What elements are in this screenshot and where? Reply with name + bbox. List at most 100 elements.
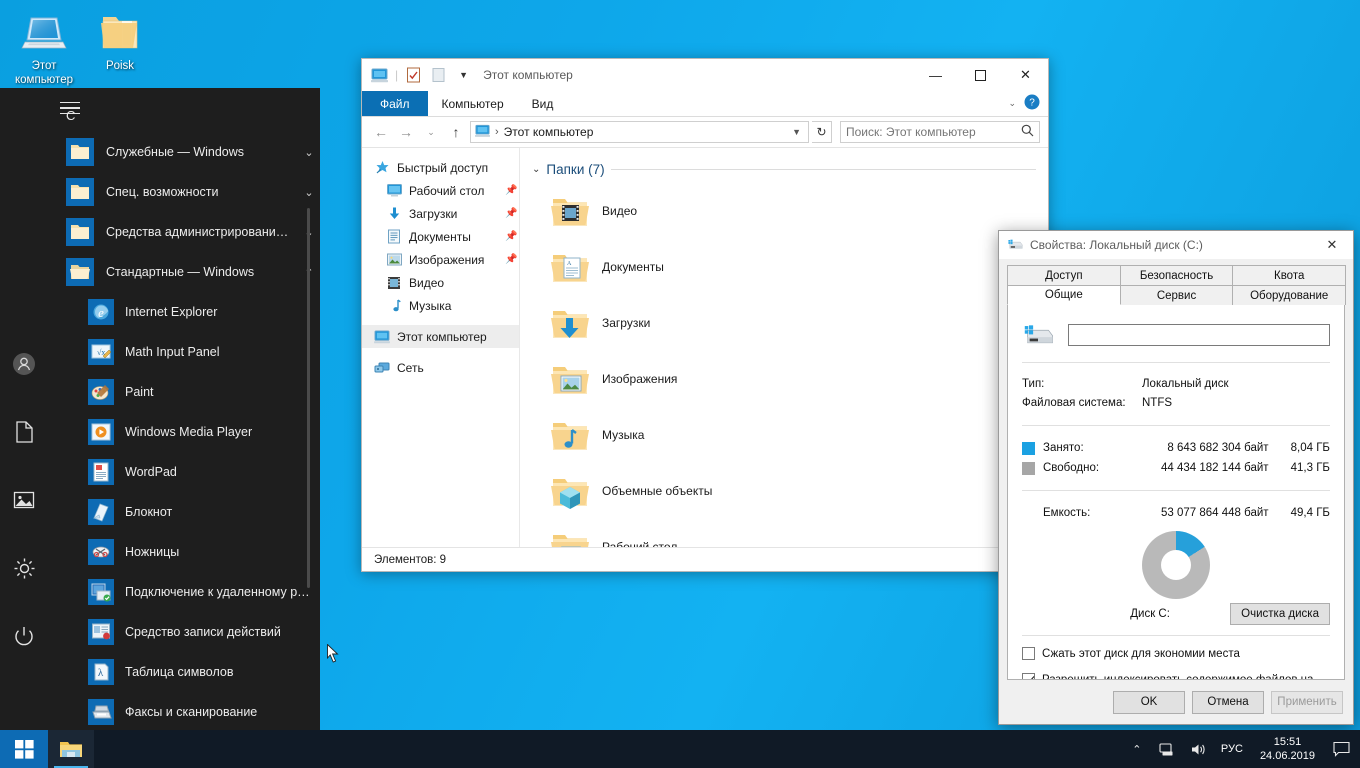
language-indicator[interactable]: РУС <box>1219 737 1245 761</box>
chevron-down-icon[interactable]: ⌄ <box>1008 98 1016 109</box>
sidebar-item-pictures[interactable]: Изображения 📌 <box>362 248 519 271</box>
close-button[interactable]: ✕ <box>1003 59 1048 91</box>
sidebar-item-videos[interactable]: Видео <box>362 271 519 294</box>
start-group-2[interactable]: Средства администрирования... ⌄ <box>48 212 320 252</box>
sidebar-item-documents[interactable]: Документы 📌 <box>362 225 519 248</box>
maximize-button[interactable] <box>958 59 1003 91</box>
start-app-character-map[interactable]: λ Таблица символов <box>48 652 320 692</box>
start-group-3[interactable]: Стандартные — Windows ⌃ <box>48 252 320 292</box>
new-folder-icon[interactable] <box>429 66 448 85</box>
tab-view[interactable]: Вид <box>518 91 568 116</box>
address-input[interactable]: › Этот компьютер ▼ <box>470 121 809 143</box>
start-app-fax-scan[interactable]: Факсы и сканирование <box>48 692 320 730</box>
folder-item-desktop[interactable]: Рабочий стол <box>530 519 808 547</box>
show-hidden-icons-button[interactable]: ⌃ <box>1126 737 1148 761</box>
search-icon[interactable] <box>1021 124 1034 140</box>
file-explorer-window[interactable]: | ▼ Этот компьютер — ✕ Файл <box>361 58 1049 572</box>
power-icon[interactable] <box>0 612 48 660</box>
start-app-windows-media-player[interactable]: Windows Media Player <box>48 412 320 452</box>
taskbar-item-file-explorer[interactable] <box>48 730 94 768</box>
disk-cleanup-button[interactable]: Очистка диска <box>1230 603 1330 625</box>
dialog-buttons[interactable]: OK Отмена Применить <box>999 680 1353 724</box>
tab-obschie[interactable]: Общие <box>1007 285 1121 305</box>
action-center-icon[interactable] <box>1330 737 1352 761</box>
navigation-pane[interactable]: Быстрый доступ Рабочий стол 📌 <box>362 148 520 547</box>
tab-file[interactable]: Файл <box>362 91 428 116</box>
window-controls[interactable]: — ✕ <box>913 59 1048 91</box>
gear-icon[interactable] <box>0 544 48 592</box>
desktop-icon-poisk[interactable]: Poisk <box>82 8 158 73</box>
ribbon-right-controls[interactable]: ⌄ ? <box>1008 91 1048 116</box>
properties-tabs-row-top[interactable]: Доступ Безопасность Квота <box>1007 265 1345 285</box>
properties-titlebar[interactable]: Свойства: Локальный диск (C:) ✕ <box>999 231 1353 259</box>
explorer-content-pane[interactable]: ⌄ Папки (7) <box>520 148 1048 547</box>
tab-dostup[interactable]: Доступ <box>1007 265 1121 285</box>
minimize-button[interactable]: — <box>913 59 958 91</box>
tab-kvota[interactable]: Квота <box>1232 265 1346 285</box>
checkbox-compress-row[interactable]: Сжать этот диск для экономии места <box>1022 646 1330 662</box>
folder-item-downloads[interactable]: Загрузки <box>530 295 808 351</box>
this-pc-icon[interactable] <box>370 66 389 85</box>
properties-tab-strip[interactable]: Доступ Безопасность Квота Общие Сервис О… <box>999 259 1353 305</box>
start-button[interactable] <box>0 730 48 768</box>
breadcrumb[interactable]: Этот компьютер <box>504 125 594 139</box>
desktop-icon-this-pc[interactable]: Этот компьютер <box>6 8 82 87</box>
compress-checkbox[interactable] <box>1022 647 1035 660</box>
chevron-down-icon[interactable]: ▼ <box>792 127 804 137</box>
explorer-titlebar[interactable]: | ▼ Этот компьютер — ✕ <box>362 59 1048 91</box>
pin-icon[interactable]: 📌 <box>505 185 519 196</box>
folder-tiles[interactable]: Видео A <box>530 183 1048 547</box>
folder-item-documents[interactable]: A Документы <box>530 239 808 295</box>
quick-access-toolbar[interactable]: | ▼ <box>362 66 473 85</box>
system-tray[interactable]: ⌃ РУС 15:51 24.06.2019 <box>1126 735 1360 763</box>
chevron-down-icon[interactable]: ⌄ <box>298 146 320 159</box>
start-app-wordpad[interactable]: WordPad <box>48 452 320 492</box>
start-app-steps-recorder[interactable]: Средство записи действий <box>48 612 320 652</box>
start-app-internet-explorer[interactable]: e Internet Explorer <box>48 292 320 332</box>
start-app-snipping-tool[interactable]: Ножницы <box>48 532 320 572</box>
drive-properties-dialog[interactable]: Свойства: Локальный диск (C:) ✕ Доступ Б… <box>998 230 1354 725</box>
folder-item-pictures[interactable]: Изображения <box>530 351 808 407</box>
sidebar-item-quick-access[interactable]: Быстрый доступ <box>362 156 519 179</box>
section-folders-header[interactable]: ⌄ Папки (7) <box>532 162 1048 177</box>
explorer-ribbon-tabs[interactable]: Файл Компьютер Вид ⌄ ? <box>362 91 1048 117</box>
forward-button[interactable]: → <box>395 121 417 143</box>
help-icon[interactable]: ? <box>1024 94 1040 113</box>
start-menu-scrollbar[interactable] <box>307 208 310 588</box>
pin-icon[interactable]: 📌 <box>505 208 519 219</box>
tab-oborudovanie[interactable]: Оборудование <box>1232 285 1346 305</box>
recent-locations-icon[interactable]: ⌄ <box>420 121 442 143</box>
refresh-button[interactable]: ↻ <box>812 121 832 143</box>
start-app-paint[interactable]: Paint <box>48 372 320 412</box>
user-icon[interactable] <box>0 340 48 388</box>
search-field[interactable] <box>846 125 1021 139</box>
chevron-down-icon[interactable]: ⌄ <box>532 164 540 175</box>
start-group-letter[interactable]: C <box>66 108 75 123</box>
sidebar-item-downloads[interactable]: Загрузки 📌 <box>362 202 519 225</box>
start-group-0[interactable]: Служебные — Windows ⌄ <box>48 132 320 172</box>
chevron-down-icon[interactable]: ▼ <box>454 66 473 85</box>
start-menu-app-list[interactable]: C Служебные — Windows ⌄ С <box>48 88 320 730</box>
pin-icon[interactable]: 📌 <box>505 231 519 242</box>
properties-icon[interactable] <box>404 66 423 85</box>
picture-icon[interactable] <box>0 476 48 524</box>
sidebar-item-this-pc[interactable]: Этот компьютер <box>362 325 519 348</box>
folder-item-3d-objects[interactable]: Объемные объекты <box>530 463 808 519</box>
start-app-math-input-panel[interactable]: √x Math Input Panel <box>48 332 320 372</box>
up-button[interactable]: ↑ <box>445 121 467 143</box>
close-button[interactable]: ✕ <box>1311 231 1353 259</box>
sidebar-item-music[interactable]: Музыка <box>362 294 519 317</box>
ok-button[interactable]: OK <box>1113 691 1185 714</box>
start-app-notepad[interactable]: Блокнот <box>48 492 320 532</box>
start-app-remote-desktop[interactable]: Подключение к удаленному раб... <box>48 572 320 612</box>
pin-icon[interactable]: 📌 <box>505 254 519 265</box>
apply-button[interactable]: Применить <box>1271 691 1343 714</box>
volume-label-input[interactable] <box>1068 324 1330 346</box>
search-input[interactable] <box>840 121 1040 143</box>
explorer-address-bar[interactable]: ← → ⌄ ↑ › Этот компьютер ▼ ↻ <box>362 117 1048 147</box>
volume-icon[interactable] <box>1188 737 1210 761</box>
folder-item-music[interactable]: Музыка <box>530 407 808 463</box>
taskbar[interactable]: ⌃ РУС 15:51 24.06.2019 <box>0 730 1360 768</box>
folder-item-video[interactable]: Видео <box>530 183 808 239</box>
sidebar-item-desktop[interactable]: Рабочий стол 📌 <box>362 179 519 202</box>
